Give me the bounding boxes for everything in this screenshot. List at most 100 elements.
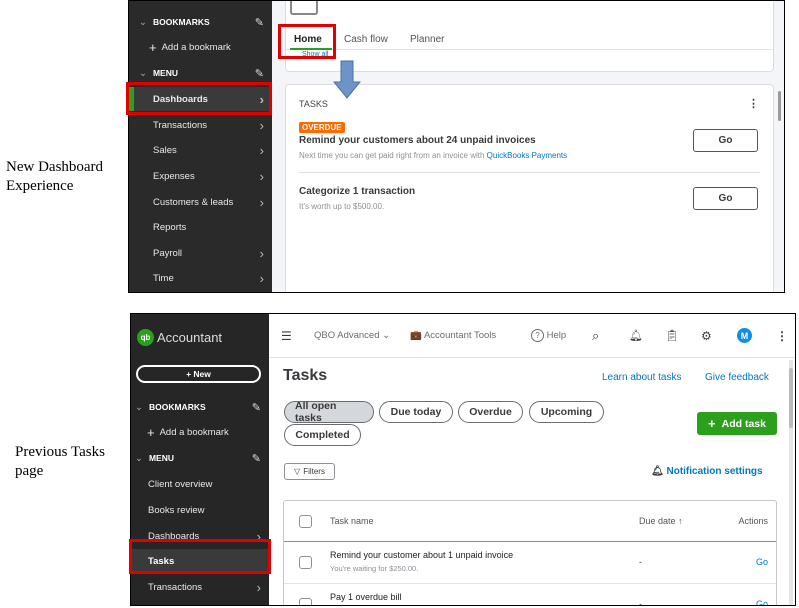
- bell-icon: 🔔︎: [651, 466, 664, 477]
- task-title: Remind your customers about 24 unpaid in…: [299, 135, 536, 146]
- gear-icon[interactable]: ⚙: [701, 329, 712, 343]
- notification-settings-link[interactable]: 🔔︎ Notification settings: [651, 466, 763, 477]
- item-label: Reports: [153, 221, 187, 233]
- filter-overdue[interactable]: Overdue: [458, 401, 523, 423]
- add-bookmark-label: Add a bookmark: [159, 426, 229, 438]
- sidebar-item-books-review[interactable]: Books review: [131, 498, 269, 522]
- bookmarks-label: BOOKMARKS: [148, 402, 206, 412]
- down-arrow-icon: [333, 60, 361, 99]
- qb-logo-icon: qb: [137, 329, 154, 346]
- filters-label: Filters: [303, 467, 325, 476]
- menu-toggle-icon[interactable]: ☰: [281, 329, 292, 343]
- search-icon[interactable]: ⌕: [592, 328, 599, 344]
- go-link[interactable]: Go: [756, 557, 768, 567]
- add-task-label: Add task: [721, 417, 766, 430]
- sidebar-item-payroll[interactable]: Payroll ›: [129, 241, 272, 265]
- row-checkbox[interactable]: [299, 598, 312, 605]
- highlight-dashboards: [126, 82, 272, 115]
- new-button[interactable]: + New: [136, 365, 261, 383]
- add-task-button[interactable]: + Add task: [697, 412, 777, 435]
- scrollbar[interactable]: [778, 91, 781, 121]
- give-feedback-link[interactable]: Give feedback: [705, 372, 769, 383]
- task-name: Remind your customer about 1 unpaid invo…: [330, 550, 514, 560]
- select-all-checkbox[interactable]: [299, 515, 312, 528]
- item-label: Client overview: [148, 478, 213, 490]
- highlight-home-tab: [278, 24, 336, 59]
- filter-upcoming[interactable]: Upcoming: [529, 401, 604, 423]
- item-label: Expenses: [153, 170, 195, 182]
- top-bar: ☰ QBO Advanced ⌄ 💼 Accountant Tools ? He…: [269, 314, 795, 358]
- item-label: Transactions: [148, 581, 203, 593]
- tasks-card: TASKS ⋮ OVERDUE Remind your customers ab…: [285, 84, 774, 292]
- clipboard-icon[interactable]: 📋︎: [665, 329, 679, 342]
- bookmarks-header[interactable]: ⌄ BOOKMARKS ✎: [131, 395, 269, 419]
- item-label: Books review: [148, 504, 205, 516]
- caption-previous-tasks: Previous Tasks page: [15, 444, 105, 479]
- sidebar-item-expenses[interactable]: Expenses ›: [129, 164, 272, 188]
- due-date: -: [639, 599, 642, 606]
- column-task-name[interactable]: Task name: [330, 516, 374, 526]
- sidebar-item-reports[interactable]: Reports: [129, 215, 272, 239]
- pencil-icon[interactable]: ✎: [255, 16, 264, 29]
- company-switcher[interactable]: QBO Advanced ⌄: [314, 330, 390, 341]
- tasks-table: Task name Due date ↑ Actions Remind your…: [283, 500, 777, 606]
- logo-text: Accountant: [157, 330, 223, 345]
- company-logo-placeholder: [290, 1, 318, 15]
- more-options-icon[interactable]: ⋮: [748, 97, 759, 110]
- task-subtitle: You're waiting for $250.00.: [330, 564, 419, 573]
- sidebar-item-transactions[interactable]: Transactions ›: [129, 113, 272, 137]
- item-label: Sales: [153, 144, 177, 156]
- add-bookmark[interactable]: + Add a bookmark: [129, 35, 272, 59]
- tasks-title: TASKS: [299, 99, 328, 109]
- bell-icon[interactable]: 🔔︎: [629, 329, 643, 342]
- learn-about-tasks-link[interactable]: Learn about tasks: [602, 372, 682, 383]
- pencil-icon[interactable]: ✎: [252, 401, 261, 414]
- quickbooks-payments-link[interactable]: QuickBooks Payments: [487, 151, 567, 160]
- filter-completed[interactable]: Completed: [284, 424, 361, 446]
- table-header: Task name Due date ↑ Actions: [284, 501, 776, 542]
- scrollbar[interactable]: [789, 360, 793, 605]
- chevron-right-icon: ›: [259, 194, 264, 210]
- sidebar: ⌄ BOOKMARKS ✎ + Add a bookmark ⌄ MENU ✎ Dashb…: [129, 1, 272, 292]
- avatar[interactable]: M: [737, 328, 752, 343]
- sidebar-item-time[interactable]: Time ›: [129, 266, 272, 290]
- more-icon[interactable]: ⋮: [776, 329, 788, 343]
- go-button[interactable]: Go: [693, 129, 758, 152]
- overdue-badge: OVERDUE: [299, 122, 345, 133]
- tab-planner[interactable]: Planner: [410, 34, 444, 45]
- task-subtitle: It's worth up to $500.00.: [299, 202, 385, 211]
- help-icon: ?: [531, 329, 544, 342]
- sidebar-item-client-overview[interactable]: Client overview: [131, 472, 269, 496]
- add-bookmark[interactable]: + Add a bookmark: [131, 420, 269, 444]
- chevron-right-icon: ›: [259, 270, 264, 286]
- menu-header[interactable]: ⌄ MENU ✎: [131, 446, 269, 470]
- pencil-icon[interactable]: ✎: [252, 452, 261, 465]
- menu-label: MENU: [148, 453, 174, 463]
- sidebar-item-sales[interactable]: Sales ›: [129, 138, 272, 162]
- task-title: Categorize 1 transaction: [299, 186, 416, 197]
- accountant-tools[interactable]: 💼 Accountant Tools: [410, 330, 496, 341]
- tab-cash-flow[interactable]: Cash flow: [344, 34, 388, 45]
- help-label: Help: [546, 330, 567, 341]
- sidebar-item-customers[interactable]: Customers & leads ›: [129, 190, 272, 214]
- bookmarks-label: BOOKMARKS: [152, 17, 210, 27]
- bookmarks-header[interactable]: ⌄ BOOKMARKS ✎: [129, 10, 272, 34]
- sidebar-item-transactions[interactable]: Transactions ›: [131, 575, 269, 599]
- chevron-right-icon: ›: [259, 245, 264, 261]
- help-button[interactable]: ? Help: [531, 329, 566, 342]
- chevron-right-icon: ›: [259, 117, 264, 133]
- new-dashboard-screenshot: ⌄ BOOKMARKS ✎ + Add a bookmark ⌄ MENU ✎ Dashb…: [128, 0, 785, 293]
- highlight-tasks: [129, 539, 271, 574]
- row-checkbox[interactable]: [299, 556, 312, 569]
- column-due-date[interactable]: Due date ↑: [639, 516, 683, 526]
- task-subtitle: Next time you can get paid right from an…: [299, 151, 567, 160]
- filter-all-open-tasks[interactable]: All open tasks: [284, 400, 374, 424]
- go-link[interactable]: Go: [756, 599, 768, 605]
- briefcase-icon: 💼: [410, 330, 422, 341]
- plus-icon: +: [147, 424, 155, 440]
- go-button[interactable]: Go: [693, 187, 758, 210]
- filters-button[interactable]: ▽ Filters: [284, 463, 335, 480]
- plus-icon: +: [708, 416, 716, 431]
- pencil-icon[interactable]: ✎: [255, 67, 264, 80]
- filter-due-today[interactable]: Due today: [379, 401, 453, 423]
